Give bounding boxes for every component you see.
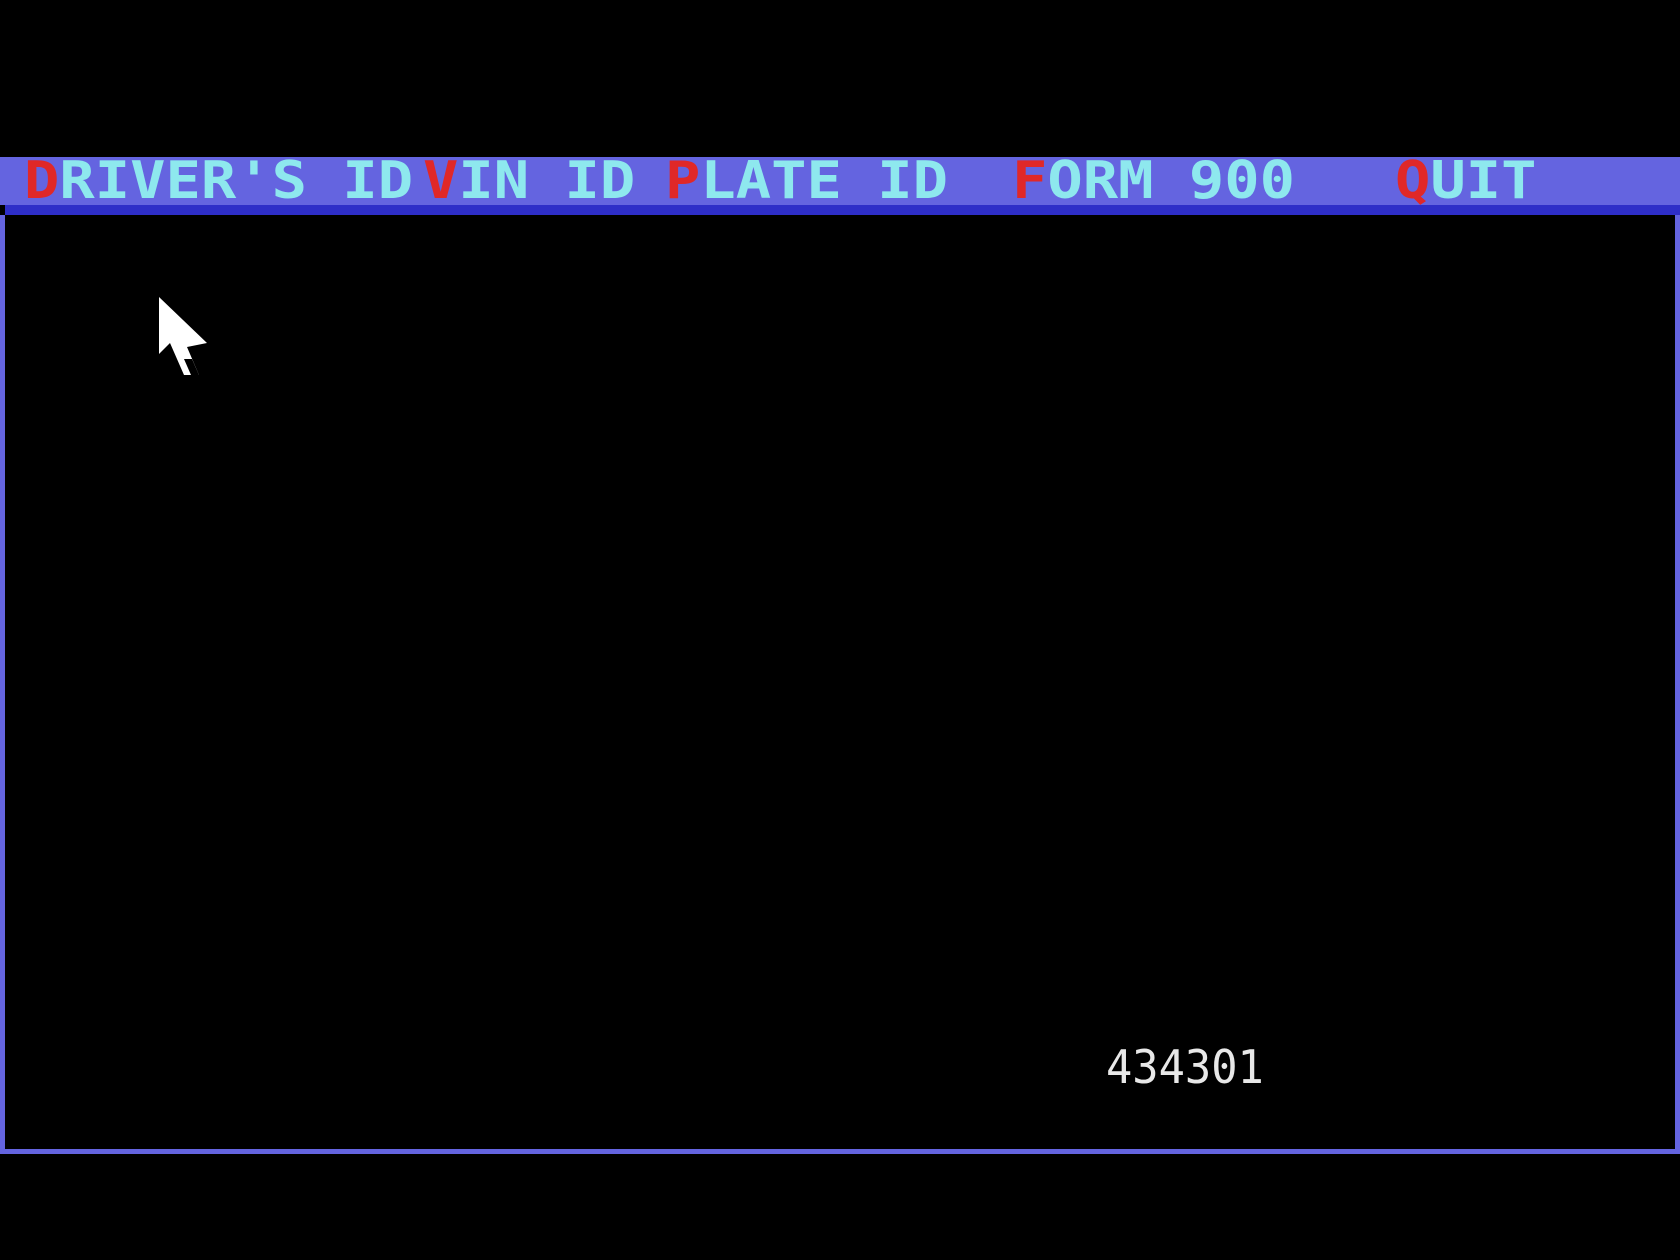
menu-item-label: ORM 900 [1047, 151, 1296, 211]
menu-hotkey: P [665, 151, 701, 211]
terminal-screen: DRIVER'S ID VIN ID PLATE ID FORM 900 QUI… [0, 0, 1680, 1260]
work-area[interactable] [0, 215, 1680, 1154]
menu-item-label: RIVER'S ID [59, 151, 414, 211]
menu-item-plate-id[interactable]: PLATE ID [665, 155, 948, 207]
record-number: 434301 [1106, 1040, 1264, 1094]
menu-hotkey: Q [1395, 151, 1431, 211]
menu-item-form-900[interactable]: FORM 900 [1012, 155, 1295, 207]
menu-item-quit[interactable]: QUIT [1395, 155, 1537, 207]
menu-hotkey: D [24, 151, 60, 211]
menu-item-label: LATE ID [700, 151, 949, 211]
menu-item-drivers-id[interactable]: DRIVER'S ID [24, 155, 413, 207]
menu-item-label: UIT [1430, 151, 1537, 211]
menu-item-label: IN ID [458, 151, 636, 211]
menu-item-vin-id[interactable]: VIN ID [423, 155, 635, 207]
menu-hotkey: V [423, 151, 459, 211]
menu-hotkey: F [1012, 151, 1048, 211]
arrow-pointer-icon [159, 297, 207, 375]
